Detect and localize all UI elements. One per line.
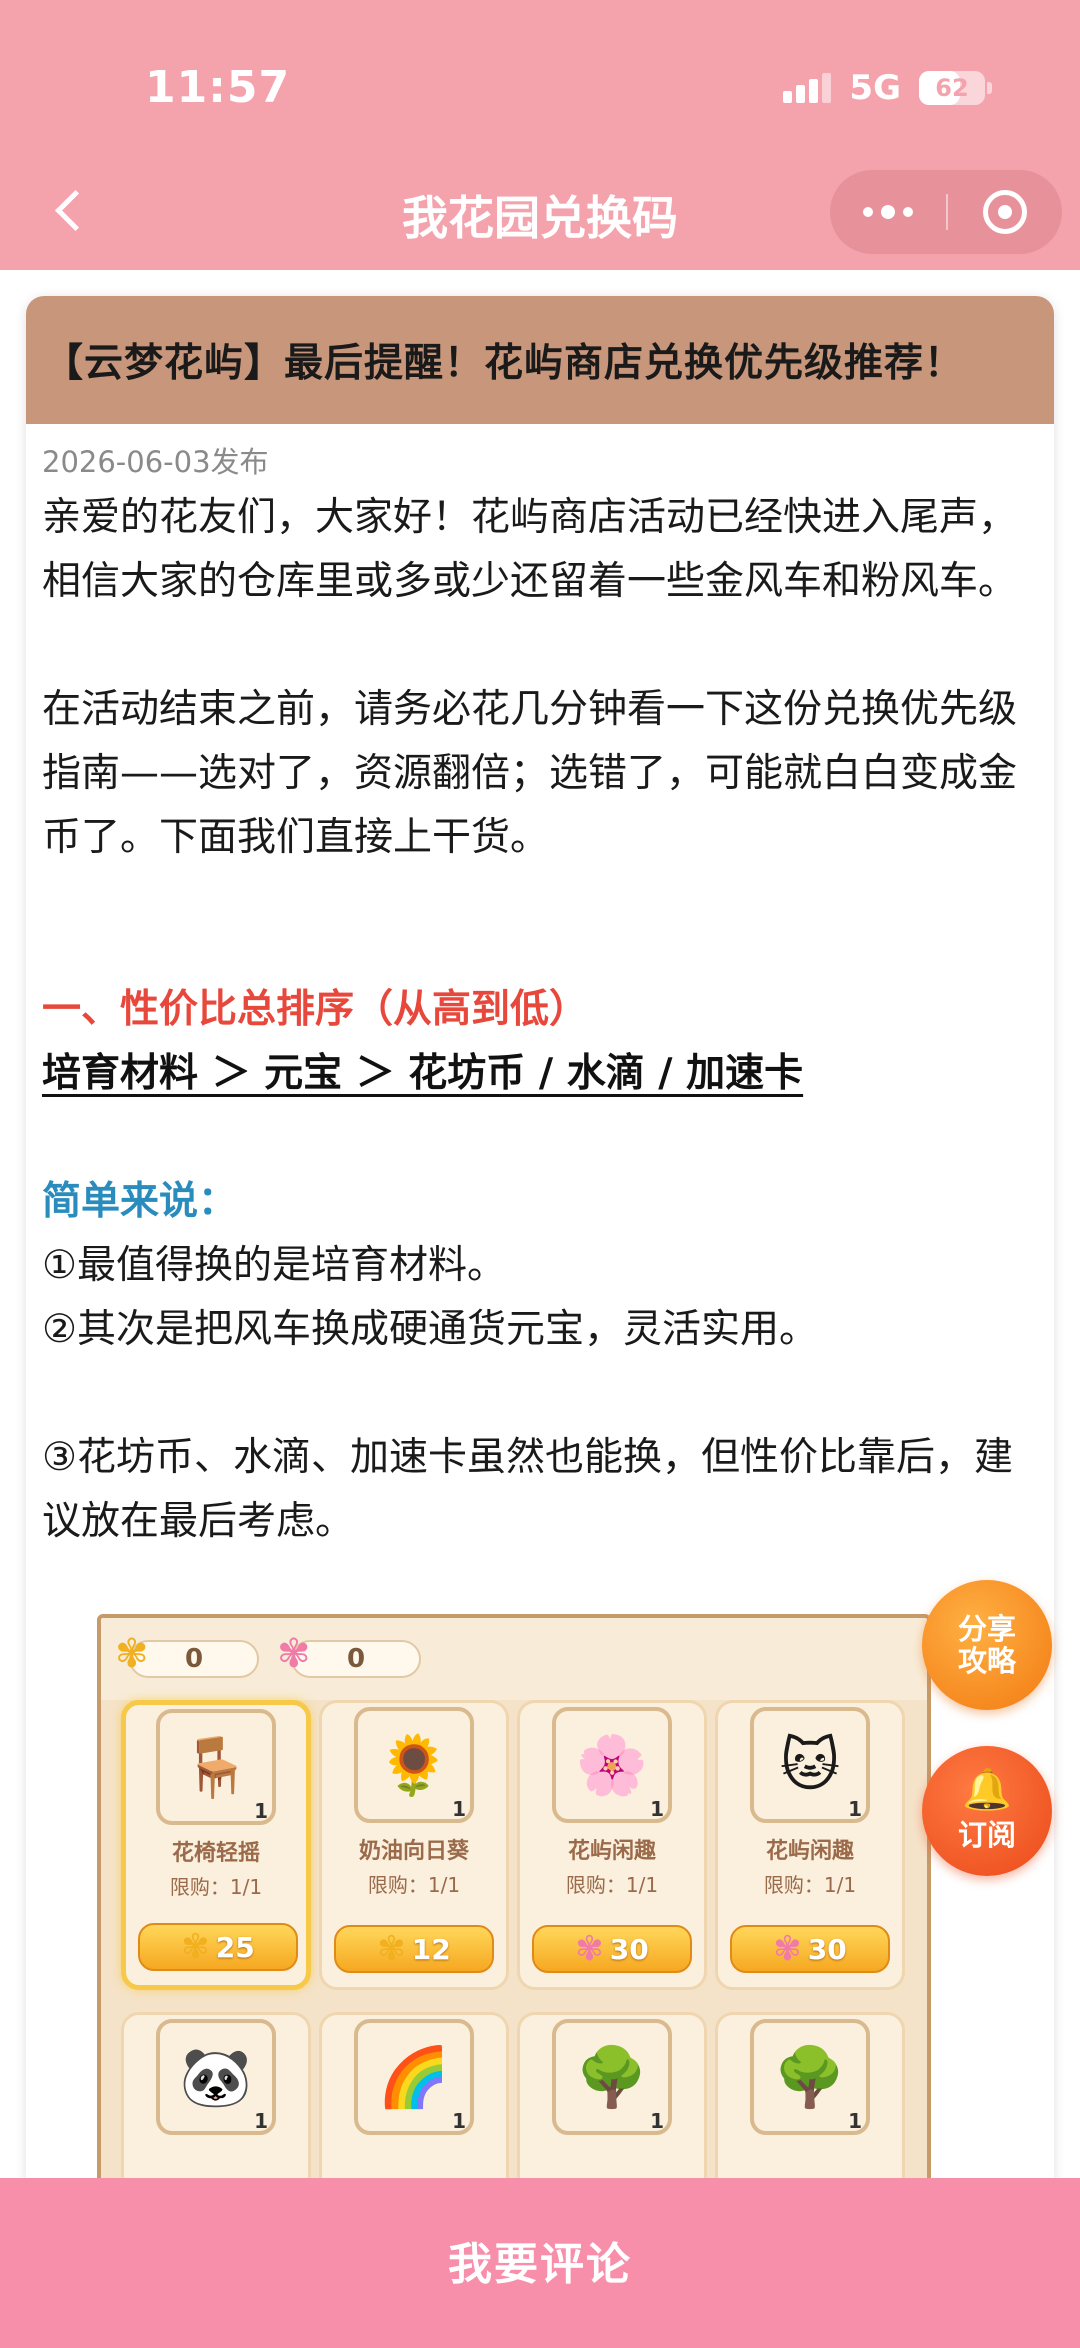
price-button: ✾ 12 — [334, 1925, 494, 1973]
battery-level: 62 — [935, 74, 969, 102]
pink-count: 0 — [346, 1644, 366, 1674]
summary-heading: 简单来说： — [42, 1179, 238, 1224]
price-button: ✾ 30 — [532, 1925, 692, 1973]
shop-item: 🌸 1 花屿闲趣 限购：1/1 ✾ 30 — [517, 1700, 707, 1990]
nav-bar: 我花园兑换码 — [0, 170, 1080, 270]
paragraph-intro: 亲爱的花友们，大家好！花屿商店活动已经快进入尾声，相信大家的仓库里或多或少还留着… — [42, 495, 1018, 604]
battery-icon: 62 — [919, 71, 992, 105]
content-area[interactable]: 【云梦花屿】最后提醒！花屿商店兑换优先级推荐！ 2026-06-03发布 亲爱的… — [0, 270, 1080, 2178]
pinwheel-icon: ✾ — [773, 1929, 802, 1969]
article-title-bar: 【云梦花屿】最后提醒！花屿商店兑换优先级推荐！ — [26, 296, 1054, 424]
shop-item: 🌳 1 — [517, 2012, 707, 2178]
item-thumbnail: 🌳 1 — [750, 2019, 870, 2135]
item-thumbnail: 🐱 1 — [750, 1707, 870, 1823]
shop-item: 🌳 1 — [715, 2012, 905, 2178]
shop-item: 🐱 1 花屿闲趣 限购：1/1 ✾ 30 — [715, 1700, 905, 1990]
paragraph-guide: 在活动结束之前，请务必花几分钟看一下这份兑换优先级指南——选对了，资源翻倍；选错… — [42, 687, 1018, 860]
share-label-line2: 攻略 — [957, 1644, 1016, 1678]
article-body: 2026-06-03发布 亲爱的花友们，大家好！花屿商店活动已经快进入尾声，相信… — [26, 424, 1054, 1554]
shop-item: 🌈 1 — [319, 2012, 509, 2178]
status-indicators: 5G 62 — [783, 68, 992, 108]
subscribe-label: 订阅 — [957, 1818, 1016, 1852]
point-1: ①最值得换的是培育材料。 — [42, 1243, 506, 1288]
gold-pinwheel-counter: ✾ 0 — [115, 1634, 259, 1678]
item-thumbnail: 🌻 1 — [354, 1707, 474, 1823]
signal-icon — [783, 73, 832, 103]
publish-date: 2026-06-03发布 — [42, 445, 269, 479]
comment-button[interactable]: 我要评论 — [448, 2228, 632, 2292]
point-2: ②其次是把风车换成硬通货元宝，灵活实用。 — [42, 1307, 818, 1352]
status-time: 11:57 — [145, 62, 291, 113]
item-thumbnail: 🌳 1 — [552, 2019, 672, 2135]
item-limit: 限购：1/1 — [565, 1873, 659, 1897]
item-name: 花屿闲趣 — [567, 1839, 656, 1864]
pinwheel-icon: ✾ — [575, 1929, 604, 1969]
battery-tip — [987, 82, 992, 94]
item-name: 奶油向日葵 — [358, 1839, 469, 1864]
pink-pinwheel-counter: ✾ 0 — [277, 1634, 421, 1678]
shop-grid: 🪑 1 花椅轻摇 限购：1/1 ✾ 25 🌻 1 奶油向日葵 限购：1/1 ✾ 12 🌸… — [101, 1700, 927, 2178]
mini-program-capsule — [830, 170, 1062, 254]
shop-item: 🐼 1 — [121, 2012, 311, 2178]
item-thumbnail: 🪑 1 — [156, 1709, 276, 1825]
shop-item: 🪑 1 花椅轻摇 限购：1/1 ✾ 25 — [121, 1700, 311, 1990]
item-limit: 限购：1/1 — [169, 1875, 263, 1899]
bell-icon: 🔔 — [962, 1767, 1012, 1813]
item-thumbnail: 🐼 1 — [156, 2019, 276, 2135]
more-icon[interactable] — [830, 170, 946, 254]
bottom-comment-bar[interactable]: 我要评论 — [0, 2178, 1080, 2348]
gold-count: 0 — [184, 1644, 204, 1674]
item-limit: 限购：1/1 — [367, 1873, 461, 1897]
gold-pinwheel-icon: ✾ — [115, 1631, 149, 1677]
section-heading: 一、性价比总排序（从高到低） — [42, 987, 589, 1032]
shop-item: 🌻 1 奶油向日葵 限购：1/1 ✾ 12 — [319, 1700, 509, 1990]
pinwheel-icon: ✾ — [377, 1929, 406, 1969]
ranking-text: 培育材料 ＞ 元宝 ＞ 花坊币 / 水滴 / 加速卡 — [42, 1051, 804, 1096]
price-button: ✾ 30 — [730, 1925, 890, 1973]
subscribe-button[interactable]: 🔔 订阅 — [922, 1746, 1052, 1876]
network-type: 5G — [849, 68, 901, 108]
status-bar: 11:57 5G 62 — [0, 0, 1080, 170]
close-capsule-icon[interactable] — [948, 170, 1062, 254]
share-label-line1: 分享 — [957, 1612, 1016, 1646]
item-thumbnail: 🌈 1 — [354, 2019, 474, 2135]
article-title: 【云梦花屿】最后提醒！花屿商店兑换优先级推荐！ — [44, 341, 965, 386]
pinwheel-icon: ✾ — [181, 1927, 210, 1967]
share-guide-button[interactable]: 分享 攻略 — [922, 1580, 1052, 1710]
currency-bar: ✾ 0 ✾ 0 — [101, 1618, 927, 1700]
item-name: 花椅轻摇 — [171, 1841, 260, 1866]
shop-screenshot-image[interactable]: ✾ 0 ✾ 0 🪑 1 花椅轻摇 限购：1/1 ✾ 25 🌻 1 奶油向日葵 限购：1… — [97, 1614, 931, 2178]
pink-pinwheel-icon: ✾ — [277, 1631, 311, 1677]
item-name: 花屿闲趣 — [765, 1839, 854, 1864]
item-limit: 限购：1/1 — [763, 1873, 857, 1897]
point-3: ③花坊币、水滴、加速卡虽然也能换，但性价比靠后，建议放在最后考虑。 — [42, 1435, 1013, 1544]
item-thumbnail: 🌸 1 — [552, 1707, 672, 1823]
price-button: ✾ 25 — [138, 1923, 298, 1971]
